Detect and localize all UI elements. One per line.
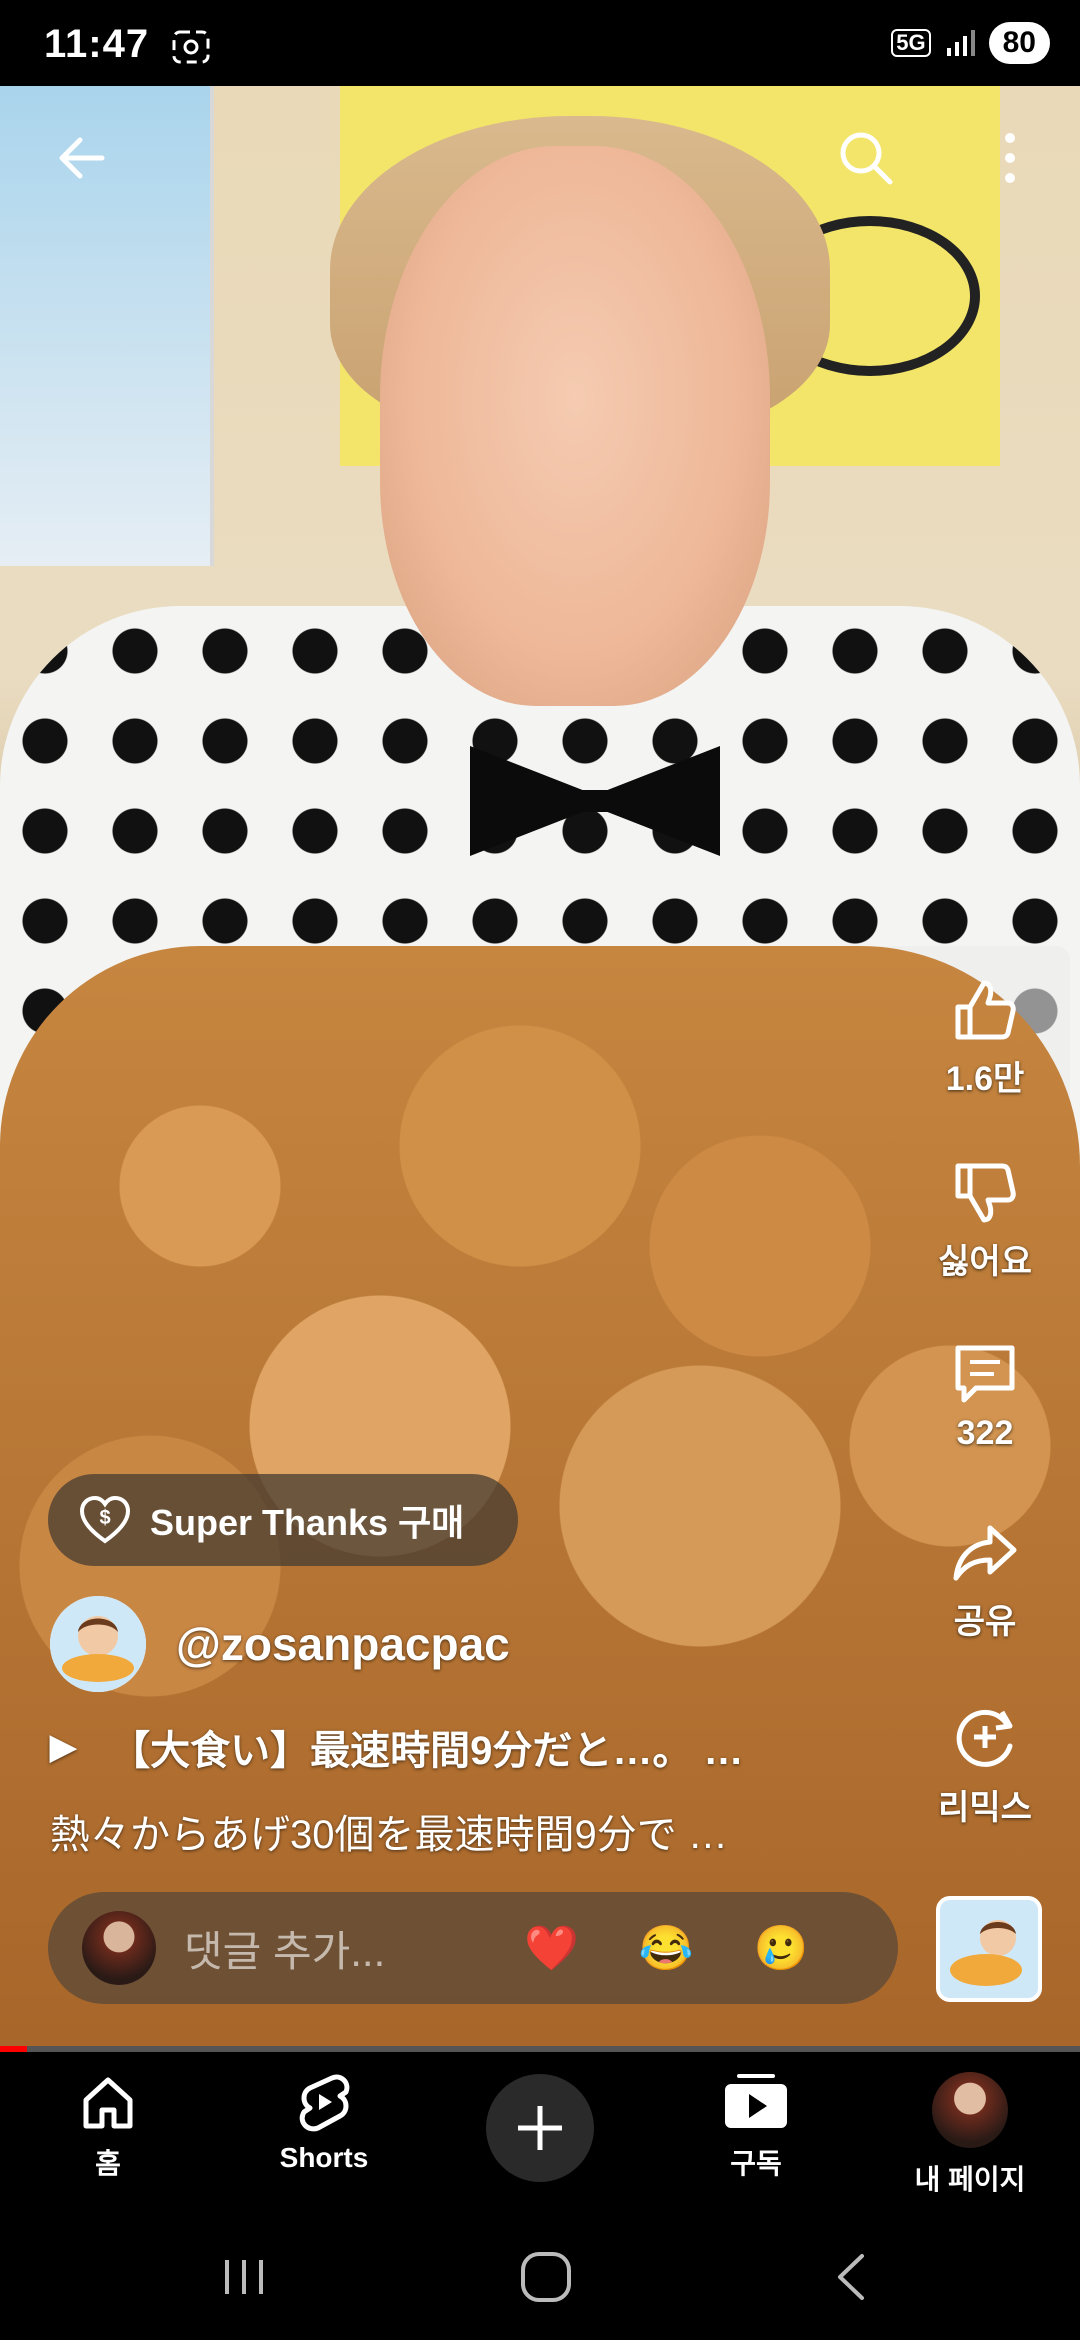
- home-system-button[interactable]: [506, 2242, 586, 2312]
- super-thanks-button[interactable]: $ Super Thanks 구매: [48, 1474, 518, 1566]
- remix-button[interactable]: 리믹스: [900, 1700, 1070, 1829]
- nav-my-page[interactable]: 내 페이지: [870, 2072, 1070, 2198]
- status-time: 11:47: [44, 22, 150, 66]
- create-button[interactable]: [486, 2074, 594, 2182]
- super-thanks-label: Super Thanks 구매: [150, 1502, 465, 1543]
- quick-emoji-heart[interactable]: ❤️: [524, 1922, 579, 1974]
- home-square-icon: [521, 2252, 571, 2302]
- channel-thumbnail-button[interactable]: [936, 1896, 1042, 2002]
- comment-icon: [955, 1345, 1015, 1403]
- user-avatar: [82, 1911, 156, 1985]
- share-button[interactable]: 공유: [900, 1518, 1070, 1643]
- play-icon: ▶: [50, 1728, 77, 1766]
- nav-shorts[interactable]: Shorts: [224, 2072, 424, 2174]
- like-button[interactable]: 1.6만: [900, 975, 1070, 1100]
- like-count: 1.6만: [945, 1060, 1025, 1098]
- bottom-navigation: 홈 Shorts 구독 내 페이지: [0, 2052, 1080, 2212]
- person-face: [380, 146, 770, 706]
- plus-icon: [518, 2106, 562, 2150]
- remix-icon: [956, 1709, 1013, 1767]
- video-description[interactable]: 熱々からあげ30個を最速時間9分で …: [50, 1802, 728, 1860]
- more-vertical-icon: [1005, 133, 1015, 183]
- video-title: 【大食い】最速時間9分だと…。 …: [110, 1729, 744, 1773]
- comments-button[interactable]: 322: [900, 1338, 1070, 1453]
- back-system-button[interactable]: [810, 2242, 890, 2312]
- home-icon: [83, 2077, 133, 2129]
- thumbs-down-icon: [955, 1163, 1016, 1223]
- quick-emoji-tear[interactable]: 🥲: [754, 1922, 809, 1974]
- more-options-button[interactable]: [990, 118, 1030, 198]
- nav-my-page-label: 내 페이지: [914, 2164, 1026, 2195]
- channel-info[interactable]: @zosanpacpac: [50, 1596, 510, 1692]
- add-comment-bar[interactable]: 댓글 추가... ❤️ 😂 🥲: [48, 1892, 898, 2004]
- thumbs-up-icon: [955, 980, 1016, 1040]
- dislike-button[interactable]: 싫어요: [900, 1158, 1070, 1283]
- back-arrow-icon: [59, 137, 105, 179]
- search-icon: [840, 132, 893, 185]
- status-icons: 5G 80: [891, 18, 1050, 68]
- search-button[interactable]: [826, 118, 906, 198]
- network-type: 5G: [891, 29, 931, 57]
- screen-recorder-icon: [172, 30, 210, 64]
- channel-avatar[interactable]: [50, 1596, 146, 1692]
- nav-subscriptions[interactable]: 구독: [656, 2072, 856, 2182]
- channel-thumbnail-icon: [940, 1900, 1038, 1998]
- comment-count: 322: [956, 1414, 1014, 1452]
- battery-level: 80: [988, 22, 1050, 64]
- status-bar: 11:47 5G 80: [0, 0, 1080, 86]
- channel-handle[interactable]: @zosanpacpac: [176, 1617, 510, 1671]
- share-icon: [953, 1525, 1017, 1581]
- nav-home-label: 홈: [95, 2148, 121, 2179]
- system-navigation-bar: [0, 2212, 1080, 2340]
- super-thanks-icon: $: [79, 1495, 131, 1544]
- remix-label: 리믹스: [938, 1789, 1032, 1827]
- shorts-icon: [299, 2074, 350, 2132]
- recent-apps-button[interactable]: [204, 2242, 284, 2312]
- signal-icon: [946, 30, 975, 56]
- video-title-row[interactable]: ▶ 【大食い】最速時間9分だと…。 …: [50, 1718, 744, 1776]
- svg-text:$: $: [99, 1507, 110, 1529]
- subscriptions-icon: [725, 2074, 787, 2128]
- my-page-avatar: [932, 2072, 1008, 2148]
- nav-subscriptions-label: 구독: [730, 2148, 782, 2179]
- comment-placeholder[interactable]: 댓글 추가...: [184, 1918, 464, 1979]
- back-chevron-icon: [838, 2254, 864, 2300]
- back-button[interactable]: [42, 118, 122, 198]
- channel-avatar-icon: [50, 1596, 146, 1692]
- dislike-label: 싫어요: [938, 1243, 1032, 1281]
- quick-emoji-laugh[interactable]: 😂: [639, 1922, 694, 1974]
- recent-apps-icon: [225, 2260, 263, 2294]
- nav-home[interactable]: 홈: [8, 2072, 208, 2182]
- nav-shorts-label: Shorts: [279, 2142, 369, 2173]
- share-label: 공유: [953, 1603, 1017, 1641]
